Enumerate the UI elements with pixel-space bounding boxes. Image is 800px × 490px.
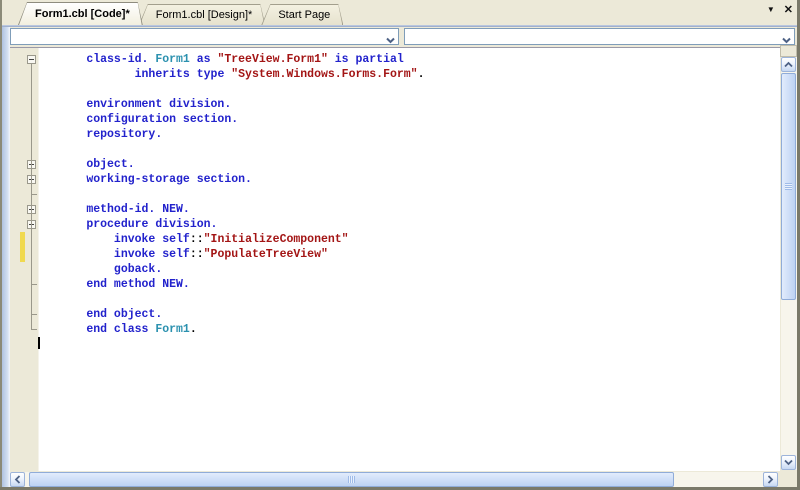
code-token: inherits type — [134, 68, 232, 81]
code-token: goback. — [113, 263, 163, 276]
code-line[interactable] — [10, 82, 780, 97]
tab-bar-underline — [0, 25, 800, 27]
scrollbar-bottom-corner — [778, 472, 797, 487]
code-token: Form1 — [155, 53, 190, 66]
code-token: procedure division. — [86, 218, 218, 231]
code-line[interactable]: inherits type "System.Windows.Forms.Form… — [10, 67, 780, 82]
tab-form1-cbl-design[interactable]: Form1.cbl [Design]* — [139, 4, 266, 25]
code-token: :: — [189, 233, 204, 246]
code-token: as — [189, 53, 218, 66]
tab-label: Form1.cbl [Code]* — [35, 7, 130, 20]
code-line[interactable]: end method NEW. — [10, 277, 780, 292]
code-token: . — [189, 323, 197, 336]
code-token: "TreeView.Form1" — [217, 53, 328, 66]
tab-form1-cbl-code[interactable]: Form1.cbl [Code]* — [18, 2, 143, 25]
horizontal-scrollbar[interactable] — [10, 472, 778, 487]
code-token: object. — [86, 158, 135, 171]
scrollbar-top-corner — [780, 45, 797, 57]
code-token: end object. — [86, 308, 163, 321]
vertical-scrollbar-thumb[interactable] — [781, 73, 796, 300]
code-token: environment division. — [86, 98, 232, 111]
scrollbar-thumb-grip — [348, 476, 355, 483]
code-line[interactable]: procedure division. — [10, 217, 780, 232]
code-token: repository. — [86, 128, 163, 141]
code-line[interactable]: configuration section. — [10, 112, 780, 127]
code-token: class-id. — [86, 53, 156, 66]
code-token: "InitializeComponent" — [203, 233, 349, 246]
code-token: method-id. NEW. — [86, 203, 190, 216]
code-line[interactable]: object. — [10, 157, 780, 172]
tab-list-dropdown-icon[interactable]: ▼ — [767, 4, 775, 16]
window-buttons: ▼ ✕ — [767, 4, 793, 16]
scrollbar-thumb-grip — [785, 183, 792, 190]
code-line[interactable] — [10, 187, 780, 202]
chevron-down-icon — [784, 459, 793, 466]
tab-label: Start Page — [278, 8, 331, 21]
code-token: end class — [86, 323, 156, 336]
code-token: invoke self — [113, 248, 190, 261]
types-combobox[interactable] — [10, 28, 399, 45]
close-icon[interactable]: ✕ — [784, 4, 793, 16]
code-line[interactable] — [10, 142, 780, 157]
code-token: end method NEW. — [86, 278, 190, 291]
code-line[interactable]: end object. — [10, 307, 780, 322]
code-editor-surface[interactable]: class-id. Form1 as "TreeView.Form1" is p… — [10, 48, 780, 471]
code-token: :: — [189, 248, 204, 261]
left-frame-edge — [0, 0, 2, 490]
scroll-up-button[interactable] — [781, 57, 796, 72]
tab-start-page[interactable]: Start Page — [261, 4, 343, 25]
code-token: is partial — [327, 53, 404, 66]
code-line[interactable]: end class Form1. — [10, 322, 780, 337]
left-frame-strip — [2, 27, 10, 488]
code-editor-window: Form1.cbl [Code]* Form1.cbl [Design]* Star… — [0, 0, 800, 490]
code-line[interactable] — [10, 337, 780, 352]
tab-label: Form1.cbl [Design]* — [155, 8, 253, 21]
tab-strip: Form1.cbl [Code]* Form1.cbl [Design]* Star… — [0, 0, 800, 25]
chevron-up-icon — [784, 61, 793, 68]
code-token: invoke self — [113, 233, 190, 246]
scroll-left-button[interactable] — [10, 472, 25, 487]
code-token: working-storage section. — [86, 173, 252, 186]
document-tab-bar: Form1.cbl [Code]* Form1.cbl [Design]* Star… — [0, 0, 800, 25]
scroll-down-button[interactable] — [781, 455, 796, 470]
code-line[interactable] — [10, 292, 780, 307]
text-cursor — [38, 337, 40, 349]
code-token: "PopulateTreeView" — [203, 248, 328, 261]
code-line[interactable]: method-id. NEW. — [10, 202, 780, 217]
chevron-left-icon — [14, 475, 21, 484]
code-token: "System.Windows.Forms.Form" — [231, 68, 418, 81]
code-line[interactable]: invoke self::"PopulateTreeView" — [10, 247, 780, 262]
code-line[interactable]: working-storage section. — [10, 172, 780, 187]
horizontal-scrollbar-thumb[interactable] — [29, 472, 674, 487]
code-token: . — [417, 68, 425, 81]
code-line[interactable]: goback. — [10, 262, 780, 277]
code-line[interactable]: class-id. Form1 as "TreeView.Form1" is p… — [10, 52, 780, 67]
code-line[interactable]: environment division. — [10, 97, 780, 112]
chevron-right-icon — [767, 475, 774, 484]
members-combobox[interactable] — [404, 28, 795, 45]
code-token: Form1 — [155, 323, 190, 336]
code-line[interactable]: repository. — [10, 127, 780, 142]
vertical-scrollbar[interactable] — [781, 57, 797, 470]
code-token: configuration section. — [86, 113, 239, 126]
code-line[interactable]: invoke self::"InitializeComponent" — [10, 232, 780, 247]
scroll-right-button[interactable] — [763, 472, 778, 487]
code-text-area[interactable]: class-id. Form1 as "TreeView.Form1" is p… — [10, 48, 780, 352]
